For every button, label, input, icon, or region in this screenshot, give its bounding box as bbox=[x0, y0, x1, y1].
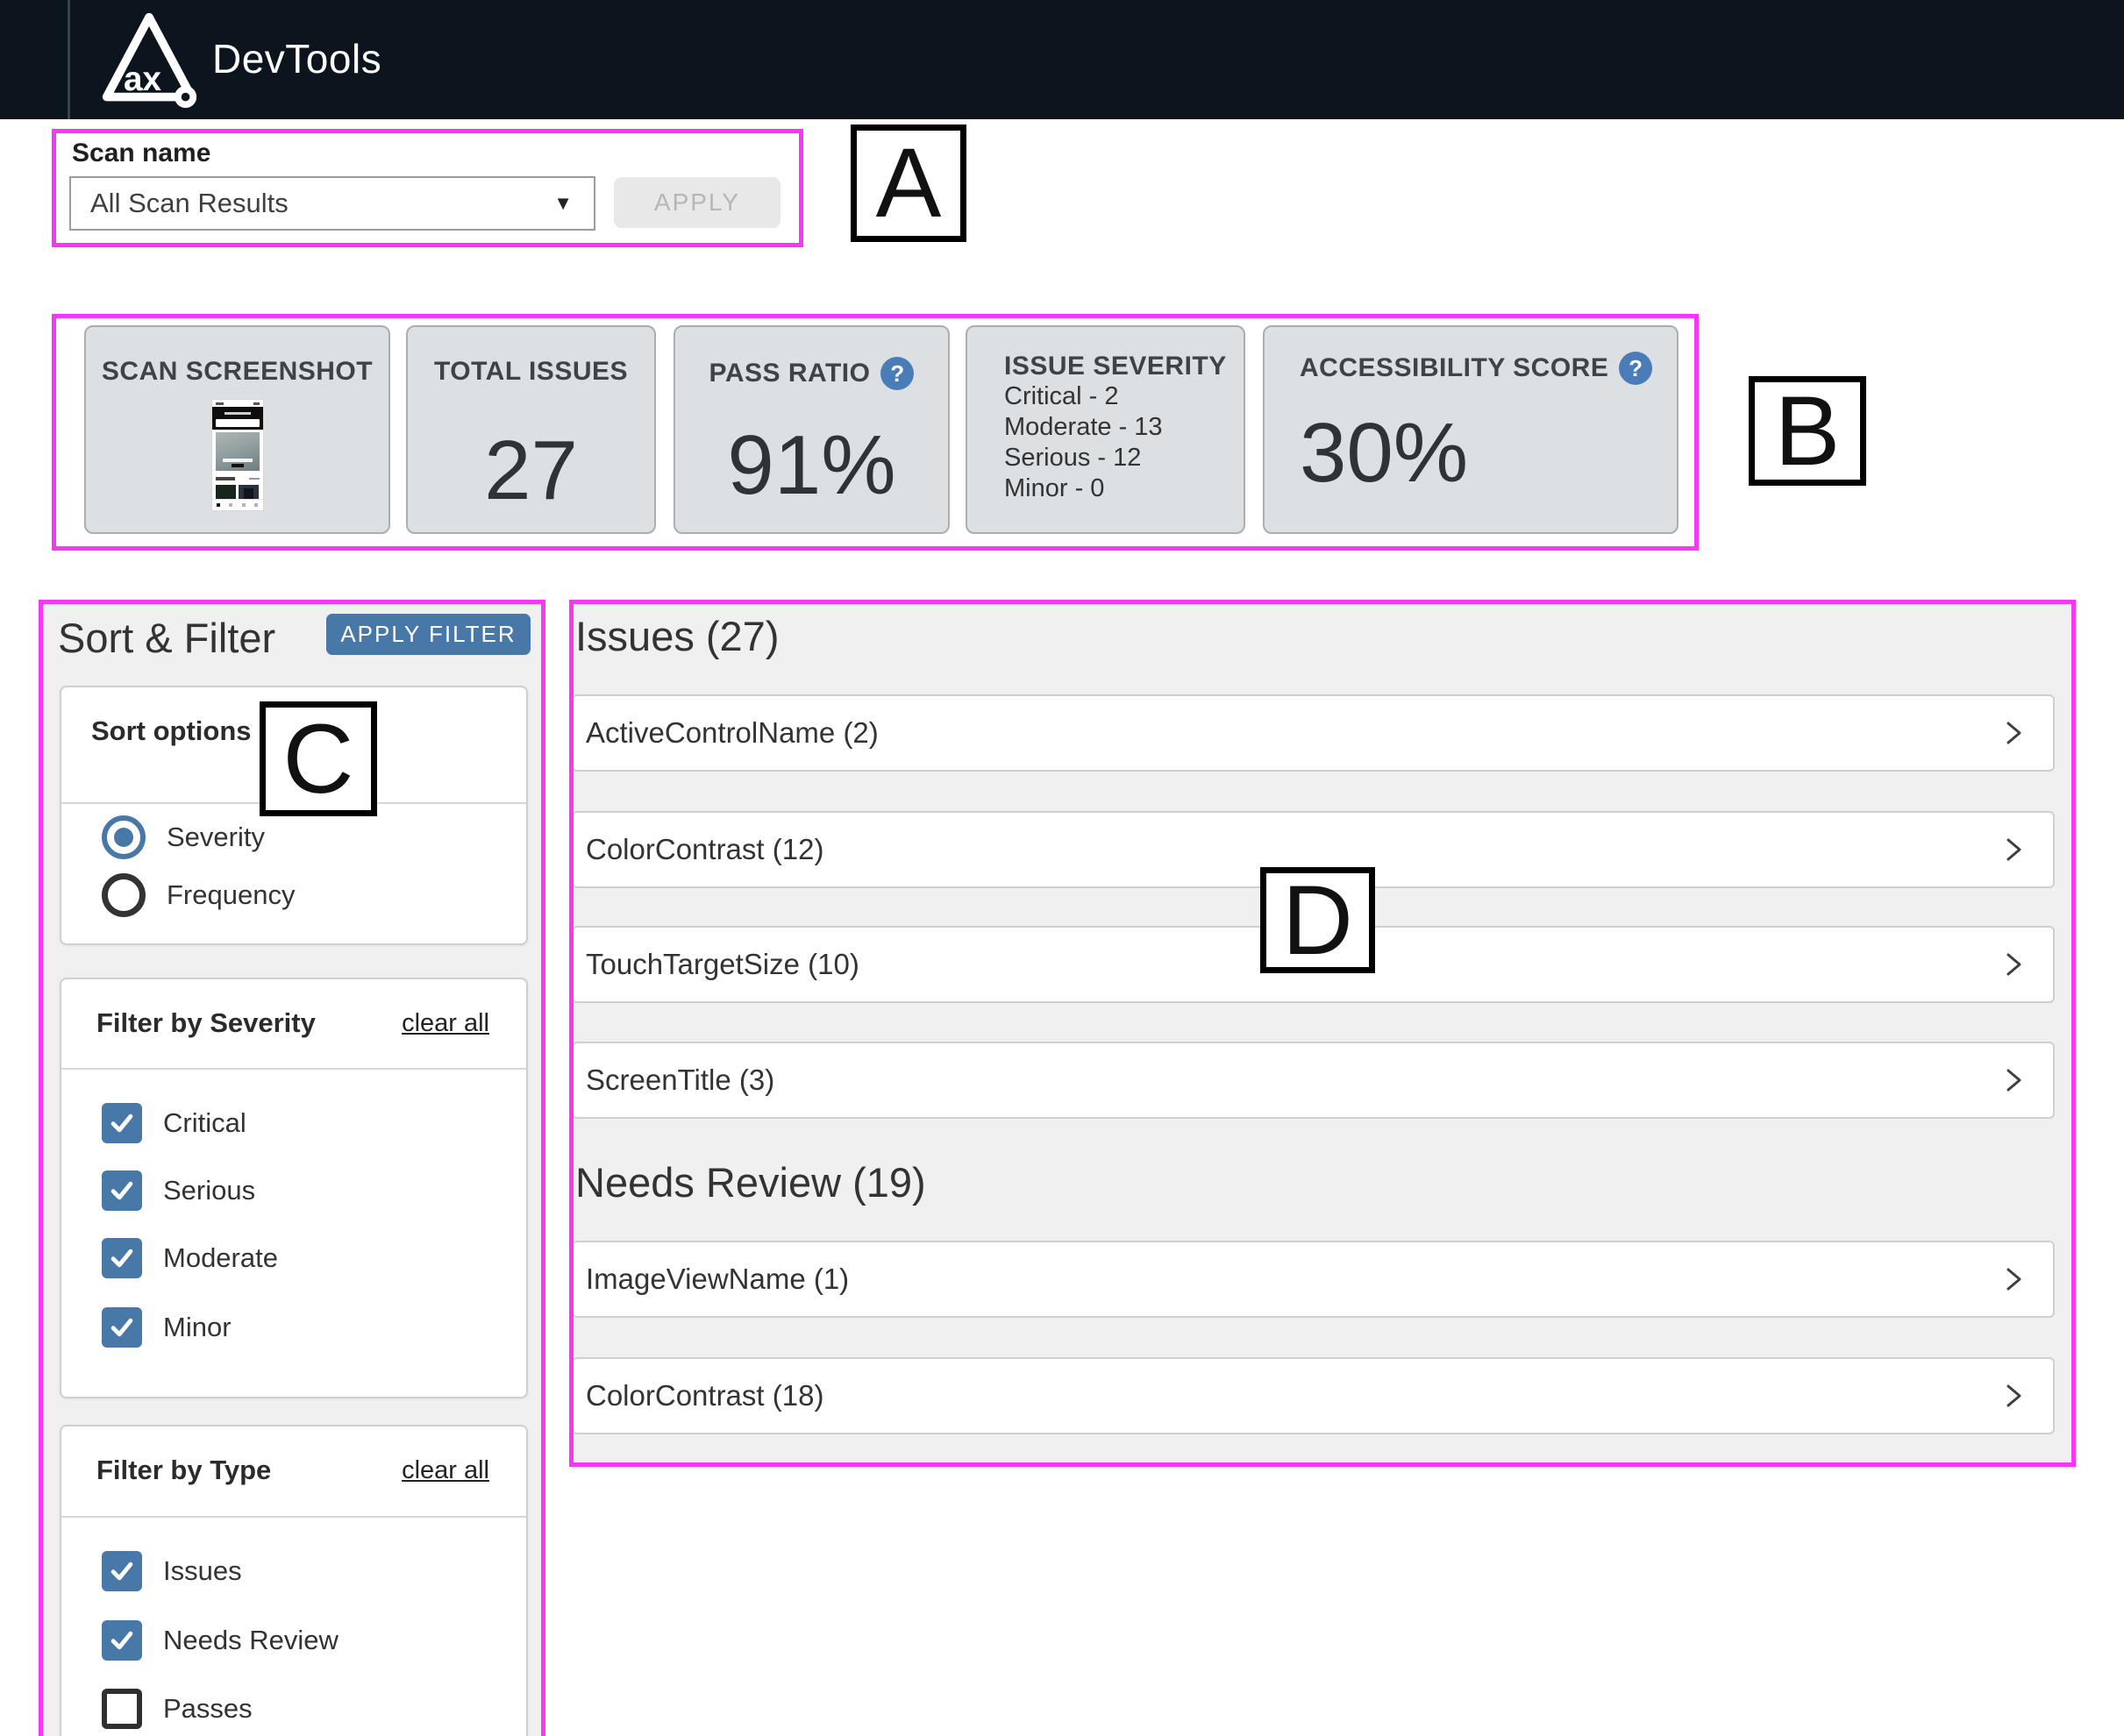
apply-scan-button[interactable]: APPLY bbox=[614, 177, 780, 228]
chevron-right-icon bbox=[1997, 948, 2030, 981]
sort-option-label: Frequency bbox=[167, 879, 295, 911]
pass-ratio-card: PASS RATIO ? 91% bbox=[674, 325, 950, 534]
axe-logo-icon: ax bbox=[98, 9, 200, 110]
filter-option-critical[interactable]: Critical bbox=[102, 1103, 246, 1143]
scan-name-label: Scan name bbox=[72, 139, 210, 168]
accessibility-score-help-icon[interactable]: ? bbox=[1619, 352, 1652, 385]
review-row-imageviewname[interactable]: ImageViewName (1) bbox=[572, 1241, 2055, 1318]
chevron-right-icon bbox=[1997, 716, 2030, 750]
filter-option-serious[interactable]: Serious bbox=[102, 1170, 255, 1211]
thumb-navbar bbox=[212, 499, 263, 510]
filter-option-minor[interactable]: Minor bbox=[102, 1307, 232, 1348]
issue-severity-title: ISSUE SEVERITY bbox=[1004, 352, 1244, 381]
severity-minor: Minor - 0 bbox=[1004, 473, 1244, 504]
app-header: ax DevTools bbox=[0, 0, 2124, 119]
sort-option-label: Severity bbox=[167, 822, 265, 853]
pass-ratio-value: 91% bbox=[675, 423, 948, 508]
total-issues-title: TOTAL ISSUES bbox=[408, 357, 654, 387]
scan-screenshot-card: SCAN SCREENSHOT bbox=[84, 325, 390, 534]
thumb-app-header bbox=[212, 407, 263, 430]
filter-option-needs-review[interactable]: Needs Review bbox=[102, 1620, 339, 1661]
chevron-right-icon bbox=[1997, 833, 2030, 866]
thumb-hero-photo bbox=[216, 432, 260, 471]
radio-unselected-icon[interactable] bbox=[102, 873, 146, 917]
filter-type-title: Filter by Type bbox=[96, 1455, 271, 1486]
checkbox-checked-icon[interactable] bbox=[102, 1238, 142, 1278]
chevron-right-icon bbox=[1997, 1263, 2030, 1296]
issue-severity-card: ISSUE SEVERITY Critical - 2 Moderate - 1… bbox=[966, 325, 1245, 534]
checkbox-checked-icon[interactable] bbox=[102, 1620, 142, 1661]
filter-type-card: Filter by Type clear all Issues Needs Re… bbox=[60, 1425, 528, 1736]
sort-option-severity[interactable]: Severity bbox=[102, 815, 265, 859]
apply-filter-button[interactable]: APPLY FILTER bbox=[326, 614, 531, 655]
accessibility-score-card: ACCESSIBILITY SCORE ? 30% bbox=[1263, 325, 1679, 534]
sort-option-frequency[interactable]: Frequency bbox=[102, 873, 295, 917]
select-arrow-icon: ▼ bbox=[553, 192, 573, 215]
severity-serious: Serious - 12 bbox=[1004, 443, 1244, 473]
filter-option-label: Minor bbox=[163, 1312, 232, 1343]
severity-critical: Critical - 2 bbox=[1004, 381, 1244, 412]
annotation-label-c: C bbox=[260, 701, 377, 816]
issue-row-label: ColorContrast (18) bbox=[574, 1379, 823, 1412]
divider bbox=[61, 1516, 526, 1518]
filter-option-label: Issues bbox=[163, 1555, 242, 1587]
filter-option-label: Moderate bbox=[163, 1242, 278, 1274]
divider bbox=[61, 1068, 526, 1070]
sort-options-title: Sort options bbox=[91, 715, 252, 747]
checkbox-checked-icon[interactable] bbox=[102, 1551, 142, 1591]
chevron-right-icon bbox=[1997, 1379, 2030, 1412]
thumb-statusbar bbox=[212, 400, 263, 407]
total-issues-value: 27 bbox=[408, 429, 654, 513]
filter-option-moderate[interactable]: Moderate bbox=[102, 1238, 278, 1278]
sort-filter-title: Sort & Filter bbox=[58, 614, 275, 662]
radio-selected-icon[interactable] bbox=[102, 815, 146, 859]
filter-option-issues[interactable]: Issues bbox=[102, 1551, 242, 1591]
checkbox-checked-icon[interactable] bbox=[102, 1170, 142, 1211]
checkbox-checked-icon[interactable] bbox=[102, 1103, 142, 1143]
checkbox-checked-icon[interactable] bbox=[102, 1307, 142, 1348]
issue-row-activecontrolname[interactable]: ActiveControlName (2) bbox=[572, 694, 2055, 772]
accessibility-score-title: ACCESSIBILITY SCORE bbox=[1300, 353, 1608, 383]
scan-thumbnail[interactable] bbox=[211, 399, 264, 511]
issue-row-label: ActiveControlName (2) bbox=[574, 716, 879, 750]
filter-option-label: Passes bbox=[163, 1693, 253, 1725]
chevron-right-icon bbox=[1997, 1064, 2030, 1097]
annotation-label-b: B bbox=[1749, 376, 1866, 486]
filter-option-passes[interactable]: Passes bbox=[102, 1689, 253, 1729]
pass-ratio-help-icon[interactable]: ? bbox=[880, 357, 914, 390]
issue-row-label: ColorContrast (12) bbox=[574, 833, 823, 866]
issues-section-title: Issues (27) bbox=[575, 612, 779, 660]
page: ax DevTools Scan name All Scan Results ▼… bbox=[0, 0, 2124, 1736]
filter-severity-clear-all[interactable]: clear all bbox=[402, 1009, 489, 1038]
total-issues-card: TOTAL ISSUES 27 bbox=[406, 325, 656, 534]
accessibility-score-value: 30% bbox=[1300, 411, 1677, 495]
filter-severity-title: Filter by Severity bbox=[96, 1007, 316, 1039]
filter-option-label: Needs Review bbox=[163, 1625, 339, 1656]
scan-screenshot-title: SCAN SCREENSHOT bbox=[86, 357, 388, 387]
filter-option-label: Serious bbox=[163, 1175, 255, 1206]
header-divider bbox=[68, 0, 70, 119]
filter-type-clear-all[interactable]: clear all bbox=[402, 1456, 489, 1485]
issue-row-label: TouchTargetSize (10) bbox=[574, 948, 859, 981]
svg-text:ax: ax bbox=[124, 60, 161, 98]
annotation-label-d: D bbox=[1260, 867, 1375, 973]
issue-row-label: ImageViewName (1) bbox=[574, 1263, 849, 1296]
severity-moderate: Moderate - 13 bbox=[1004, 412, 1244, 443]
review-row-colorcontrast[interactable]: ColorContrast (18) bbox=[572, 1357, 2055, 1434]
scan-name-select[interactable]: All Scan Results ▼ bbox=[69, 176, 595, 231]
brand-title: DevTools bbox=[212, 35, 381, 82]
scan-select-value: All Scan Results bbox=[90, 188, 289, 219]
needs-review-section-title: Needs Review (19) bbox=[575, 1158, 926, 1206]
thumb-section-row bbox=[216, 474, 260, 482]
issue-row-screentitle[interactable]: ScreenTitle (3) bbox=[572, 1042, 2055, 1119]
pass-ratio-title: PASS RATIO bbox=[709, 359, 871, 388]
annotation-label-a: A bbox=[851, 125, 966, 242]
filter-severity-card: Filter by Severity clear all Critical Se… bbox=[60, 978, 528, 1398]
issue-row-label: ScreenTitle (3) bbox=[574, 1064, 774, 1097]
checkbox-unchecked-icon[interactable] bbox=[102, 1689, 142, 1729]
filter-option-label: Critical bbox=[163, 1107, 246, 1139]
